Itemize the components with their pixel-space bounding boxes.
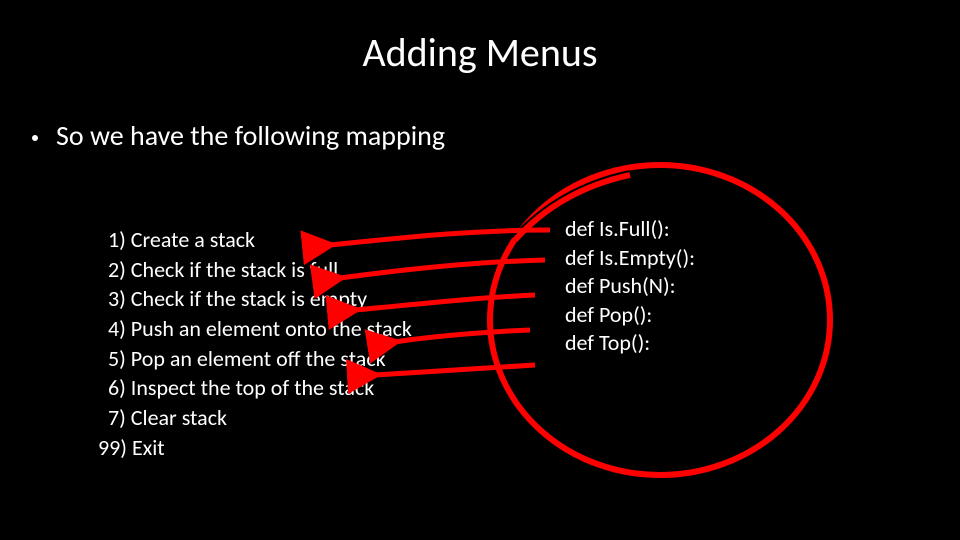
menu-item-3: 3) Check if the stack is empty (108, 284, 412, 314)
bullet-text: So we have the following mapping (56, 118, 445, 153)
code-line-1: def Is.Full(): (565, 215, 695, 244)
menu-options-list: 1) Create a stack 2) Check if the stack … (108, 225, 412, 463)
menu-item-4: 4) Push an element onto the stack (108, 314, 412, 344)
function-defs-list: def Is.Full(): def Is.Empty(): def Push(… (565, 215, 695, 358)
code-line-3: def Push(N): (565, 272, 695, 301)
bullet-icon (32, 135, 38, 141)
menu-item-5: 5) Pop an element off the stack (108, 344, 412, 374)
code-line-2: def Is.Empty(): (565, 244, 695, 273)
slide-title: Adding Menus (0, 28, 960, 77)
menu-item-99: 99) Exit (98, 433, 412, 463)
menu-item-1: 1) Create a stack (108, 225, 412, 255)
arrow-4-icon (395, 330, 530, 342)
code-line-5: def Top(): (565, 329, 695, 358)
menu-item-7: 7) Clear stack (108, 403, 412, 433)
bullet-row: So we have the following mapping (32, 118, 445, 153)
menu-item-6: 6) Inspect the top of the stack (108, 373, 412, 403)
code-line-4: def Pop(): (565, 301, 695, 330)
menu-item-2: 2) Check if the stack is full (108, 255, 412, 285)
slide: Adding Menus So we have the following ma… (0, 0, 960, 540)
